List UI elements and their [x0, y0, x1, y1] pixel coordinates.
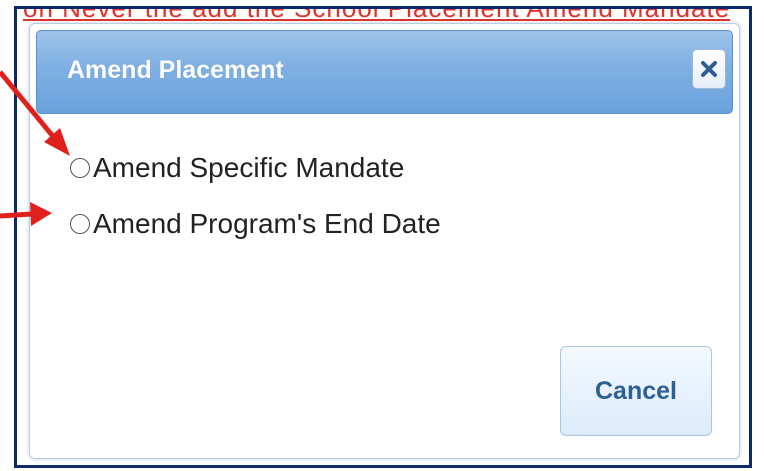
amend-placement-dialog: Amend Placement Amend Specific Mandate A… — [29, 23, 740, 459]
page-frame: on Never the add the School Placement Am… — [14, 6, 752, 468]
radio-icon[interactable] — [70, 214, 90, 234]
background-page-text: on Never the add the School Placement Am… — [23, 6, 731, 23]
option-label: Amend Program's End Date — [93, 208, 441, 239]
dialog-titlebar[interactable]: Amend Placement — [36, 30, 733, 114]
option-label: Amend Specific Mandate — [93, 152, 405, 183]
radio-icon[interactable] — [70, 158, 90, 178]
cancel-button[interactable]: Cancel — [560, 346, 712, 436]
option-amend-program-end-date[interactable]: Amend Program's End Date — [70, 208, 441, 240]
screenshot-stage: on Never the add the School Placement Am… — [0, 0, 764, 471]
dialog-title: Amend Placement — [67, 56, 284, 84]
option-amend-specific-mandate[interactable]: Amend Specific Mandate — [70, 152, 404, 184]
close-icon — [701, 61, 717, 77]
close-button[interactable] — [692, 49, 726, 89]
